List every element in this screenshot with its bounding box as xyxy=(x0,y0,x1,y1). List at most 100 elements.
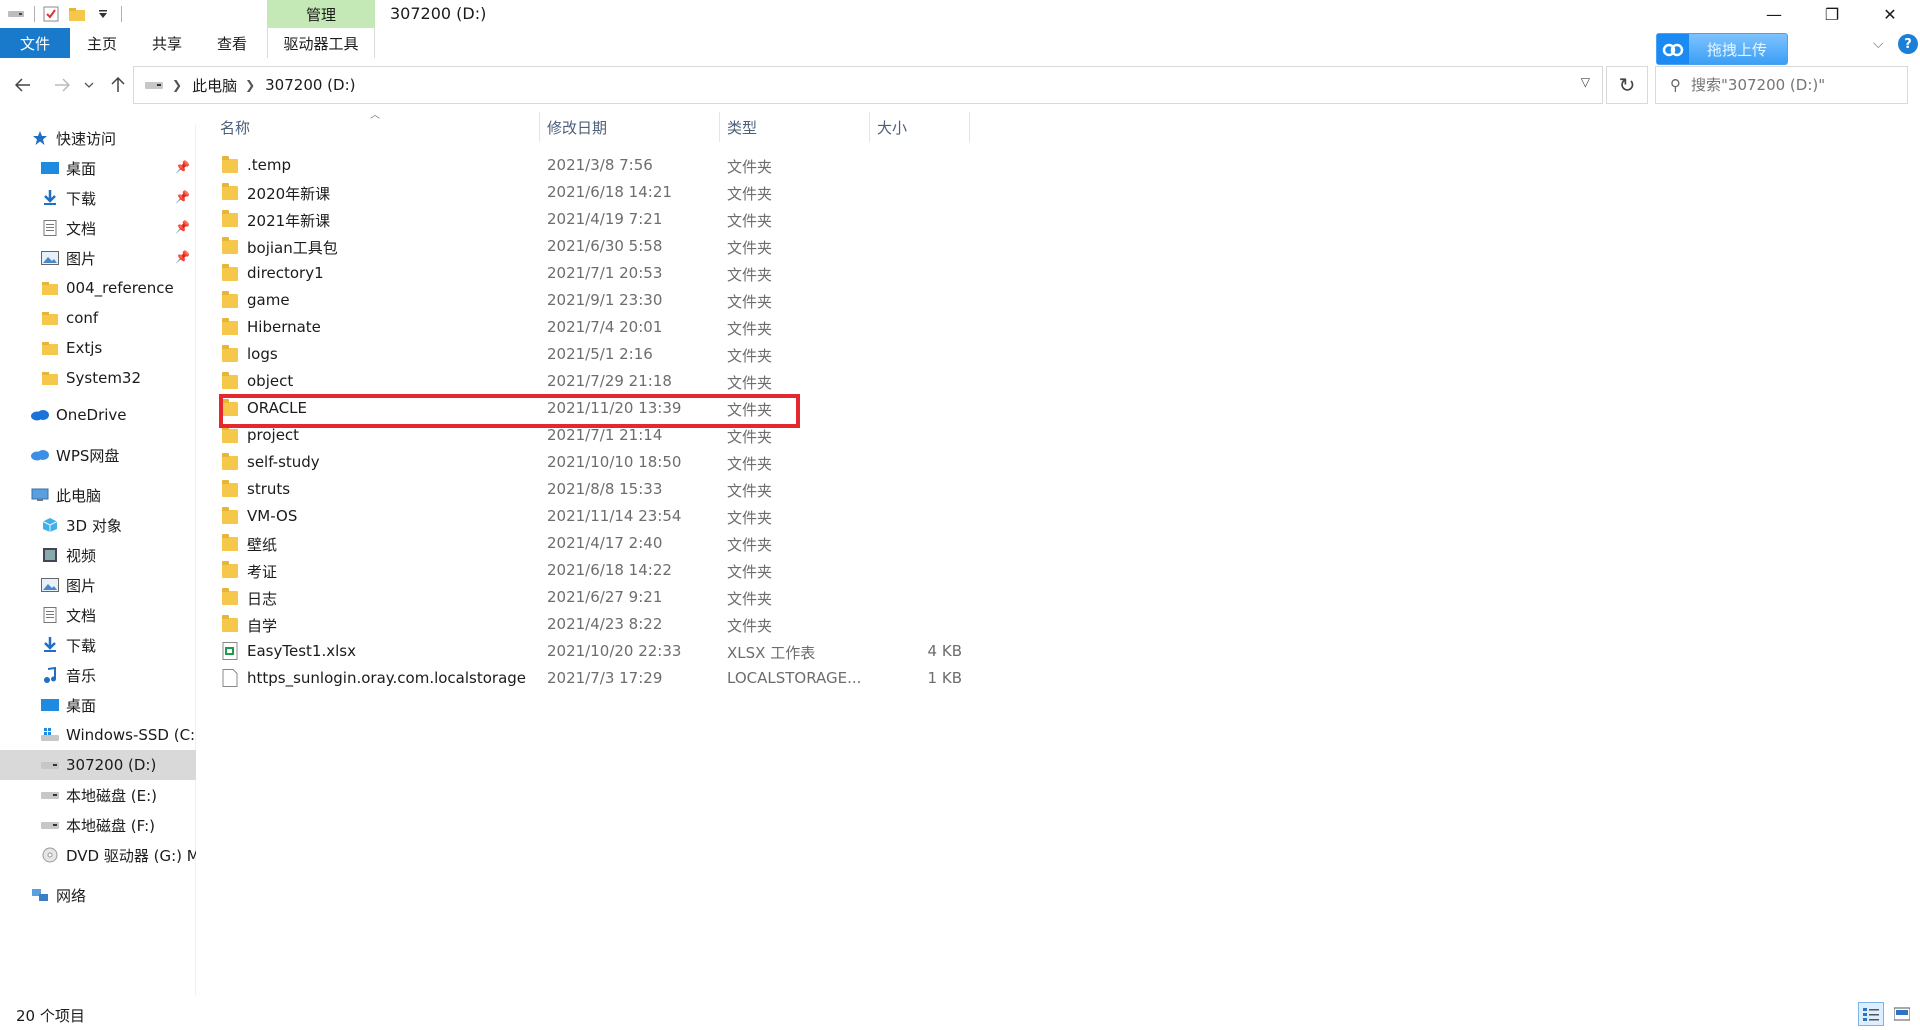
file-row[interactable]: VM-OS 2021/11/14 23:54 文件夹 xyxy=(216,503,968,530)
sidebar-item[interactable]: 图片 xyxy=(0,570,196,600)
close-button[interactable]: ✕ xyxy=(1861,0,1919,28)
pin-icon[interactable]: 📌 xyxy=(175,160,190,174)
drive-icon xyxy=(40,755,60,775)
manage-tab[interactable]: 管理 xyxy=(267,0,375,28)
column-header-type[interactable]: 类型 xyxy=(727,112,757,142)
column-header-date[interactable]: 修改日期 xyxy=(547,112,607,142)
back-button[interactable] xyxy=(10,72,36,98)
folder-icon xyxy=(222,561,242,579)
breadcrumb-this-pc[interactable]: 此电脑 xyxy=(192,75,237,96)
pin-icon[interactable]: 📌 xyxy=(175,190,190,204)
new-folder-icon[interactable] xyxy=(67,4,87,24)
pin-icon[interactable]: 📌 xyxy=(175,220,190,234)
tab-view[interactable]: 查看 xyxy=(212,28,252,58)
refresh-button[interactable]: ↻ xyxy=(1606,66,1648,104)
file-row[interactable]: directory1 2021/7/1 20:53 文件夹 xyxy=(216,260,968,287)
sidebar-item[interactable]: OneDrive xyxy=(0,400,196,430)
computer-icon xyxy=(30,485,50,505)
file-row[interactable]: 考证 2021/6/18 14:22 文件夹 xyxy=(216,557,968,584)
customize-toolbar-icon[interactable] xyxy=(93,4,113,24)
sidebar-item[interactable]: 下载 📌 xyxy=(0,183,196,213)
chevron-down-icon[interactable]: ▽ xyxy=(1581,75,1590,89)
sidebar-item[interactable]: 3D 对象 xyxy=(0,510,196,540)
tab-share[interactable]: 共享 xyxy=(147,28,187,58)
sidebar-item[interactable]: System32 xyxy=(0,363,196,393)
column-header-name[interactable]: 名称 xyxy=(220,112,250,142)
sidebar-item[interactable]: WPS网盘 xyxy=(0,440,196,470)
tab-file[interactable]: 文件 xyxy=(0,28,70,58)
sidebar-item-label: 视频 xyxy=(66,546,97,565)
minimize-button[interactable]: — xyxy=(1745,0,1803,28)
file-row[interactable]: Hibernate 2021/7/4 20:01 文件夹 xyxy=(216,314,968,341)
sort-ascending-icon: ︿ xyxy=(370,110,380,121)
file-row[interactable]: logs 2021/5/1 2:16 文件夹 xyxy=(216,341,968,368)
breadcrumb-drive-d[interactable]: 307200 (D:) xyxy=(265,76,355,94)
sidebar-item[interactable]: 此电脑 xyxy=(0,480,196,510)
file-row[interactable]: bojian工具包 2021/6/30 5:58 文件夹 xyxy=(216,233,968,260)
search-box[interactable]: ⚲ xyxy=(1655,66,1908,104)
file-type: 文件夹 xyxy=(727,482,773,500)
tab-home[interactable]: 主页 xyxy=(82,28,122,58)
sidebar-item[interactable]: Extjs xyxy=(0,333,196,363)
column-divider[interactable] xyxy=(969,112,970,142)
file-date: 2021/6/18 14:22 xyxy=(547,561,672,579)
file-name: Hibernate xyxy=(247,318,321,336)
file-row[interactable]: 2020年新课 2021/6/18 14:21 文件夹 xyxy=(216,179,968,206)
file-row[interactable]: 2021年新课 2021/4/19 7:21 文件夹 xyxy=(216,206,968,233)
sidebar-item[interactable]: 本地磁盘 (E:) xyxy=(0,780,196,810)
search-input[interactable] xyxy=(1691,76,1881,94)
sidebar-item[interactable]: 文档 xyxy=(0,600,196,630)
drag-upload-button[interactable]: 拖拽上传 xyxy=(1656,33,1788,65)
file-name: EasyTest1.xlsx xyxy=(247,642,356,660)
up-button[interactable] xyxy=(105,72,131,98)
file-row[interactable]: ORACLE 2021/11/20 13:39 文件夹 xyxy=(216,395,968,422)
file-row[interactable]: 壁纸 2021/4/17 2:40 文件夹 xyxy=(216,530,968,557)
file-row[interactable]: self-study 2021/10/10 18:50 文件夹 xyxy=(216,449,968,476)
sidebar-item[interactable]: 视频 xyxy=(0,540,196,570)
file-row[interactable]: object 2021/7/29 21:18 文件夹 xyxy=(216,368,968,395)
file-row[interactable]: 日志 2021/6/27 9:21 文件夹 xyxy=(216,584,968,611)
file-row[interactable]: game 2021/9/1 23:30 文件夹 xyxy=(216,287,968,314)
sidebar-item[interactable]: 307200 (D:) xyxy=(0,750,196,780)
sidebar-item[interactable]: 004_reference xyxy=(0,273,196,303)
column-header-size[interactable]: 大小 xyxy=(877,112,907,142)
sidebar-item[interactable]: 下载 xyxy=(0,630,196,660)
column-divider[interactable] xyxy=(719,112,720,142)
file-row[interactable]: https_sunlogin.oray.com.localstorage 2021… xyxy=(216,665,968,692)
sidebar-item-label: 下载 xyxy=(66,189,97,208)
ribbon-collapse-icon[interactable]: ⌵ xyxy=(1873,36,1884,52)
sidebar-item[interactable]: 桌面 📌 xyxy=(0,153,196,183)
sidebar-item[interactable]: 文档 📌 xyxy=(0,213,196,243)
details-view-button[interactable] xyxy=(1858,1002,1884,1026)
address-bar[interactable]: ❯ 此电脑 ❯ 307200 (D:) ▽ xyxy=(133,66,1603,104)
sidebar-item[interactable]: 本地磁盘 (F:) xyxy=(0,810,196,840)
sidebar-item[interactable]: 桌面 xyxy=(0,690,196,720)
sidebar-item[interactable]: DVD 驱动器 (G:) M xyxy=(0,840,196,870)
properties-icon[interactable] xyxy=(41,4,61,24)
help-icon[interactable]: ? xyxy=(1898,34,1918,54)
file-date: 2021/7/3 17:29 xyxy=(547,669,663,687)
sidebar-item[interactable]: conf xyxy=(0,303,196,333)
file-row[interactable]: struts 2021/8/8 15:33 文件夹 xyxy=(216,476,968,503)
column-divider[interactable] xyxy=(869,112,870,142)
sidebar-item[interactable]: 音乐 xyxy=(0,660,196,690)
sidebar-item[interactable]: 网络 xyxy=(0,880,196,910)
recent-locations-button[interactable] xyxy=(80,72,98,98)
file-row[interactable]: 自学 2021/4/23 8:22 文件夹 xyxy=(216,611,968,638)
file-row[interactable]: .temp 2021/3/8 7:56 文件夹 xyxy=(216,152,968,179)
file-row[interactable]: EasyTest1.xlsx 2021/10/20 22:33 XLSX 工作表 4 … xyxy=(216,638,968,665)
sidebar-item[interactable]: 快速访问 xyxy=(0,123,196,153)
tab-drive-tools[interactable]: 驱动器工具 xyxy=(267,28,375,58)
desktop-icon xyxy=(40,695,60,715)
file-row[interactable]: project 2021/7/1 21:14 文件夹 xyxy=(216,422,968,449)
maximize-button[interactable]: ❐ xyxy=(1803,0,1861,28)
column-divider[interactable] xyxy=(539,112,540,142)
folder-icon xyxy=(222,615,242,633)
sidebar-item[interactable]: Windows-SSD (C:) xyxy=(0,720,196,750)
file-date: 2021/6/27 9:21 xyxy=(547,588,663,606)
large-icons-view-button[interactable] xyxy=(1889,1002,1915,1026)
forward-button[interactable] xyxy=(49,72,75,98)
pin-icon[interactable]: 📌 xyxy=(175,250,190,264)
folder-icon xyxy=(222,426,242,444)
sidebar-item[interactable]: 图片 📌 xyxy=(0,243,196,273)
